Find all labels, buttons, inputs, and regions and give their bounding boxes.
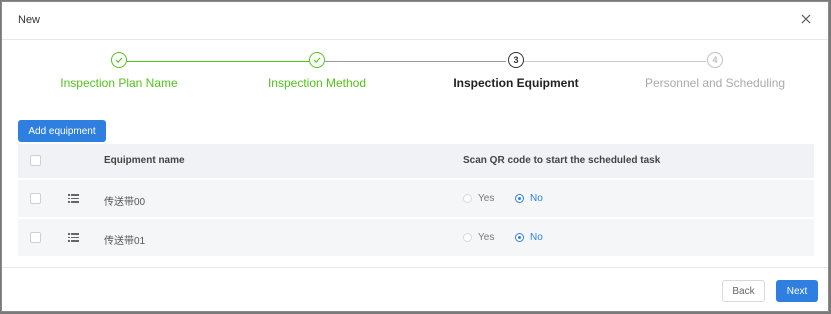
step-connector bbox=[523, 61, 706, 62]
select-all-checkbox[interactable] bbox=[30, 155, 41, 166]
check-icon bbox=[309, 52, 325, 68]
step-label: Personnel and Scheduling bbox=[644, 76, 786, 90]
add-equipment-button[interactable]: Add equipment bbox=[18, 120, 106, 142]
step-connector bbox=[325, 61, 506, 62]
close-icon[interactable] bbox=[798, 11, 814, 27]
radio-circle bbox=[463, 194, 472, 203]
radio-label: Yes bbox=[478, 193, 495, 204]
row-checkbox[interactable] bbox=[30, 193, 41, 204]
back-button[interactable]: Back bbox=[722, 280, 765, 302]
column-equipment-name: Equipment name bbox=[104, 155, 185, 166]
steps-bar: Inspection Plan Name Inspection Method 3… bbox=[2, 42, 828, 102]
step-label: Inspection Equipment bbox=[453, 76, 579, 90]
drag-handle-icon[interactable] bbox=[68, 193, 79, 203]
radio-label: No bbox=[530, 232, 543, 243]
row-checkbox[interactable] bbox=[30, 232, 41, 243]
table-header: Equipment name Scan QR code to start the… bbox=[18, 144, 814, 180]
drag-handle-icon[interactable] bbox=[68, 232, 79, 242]
equipment-name: 传送带01 bbox=[104, 236, 146, 247]
column-scan-qr: Scan QR code to start the scheduled task bbox=[463, 155, 661, 166]
step-number: 3 bbox=[508, 52, 524, 68]
radio-label: No bbox=[530, 193, 543, 204]
equipment-name: 传送带00 bbox=[104, 197, 146, 208]
check-icon bbox=[111, 52, 127, 68]
dialog-footer: Back Next bbox=[2, 267, 828, 313]
radio-label: Yes bbox=[478, 232, 495, 243]
dialog-header: New bbox=[2, 2, 828, 40]
new-dialog: New Inspection Plan Name Inspection Meth… bbox=[1, 1, 829, 312]
radio-yes[interactable]: Yes bbox=[463, 193, 494, 204]
equipment-table: Equipment name Scan QR code to start the… bbox=[18, 144, 814, 258]
radio-circle-checked bbox=[515, 233, 524, 242]
radio-circle-checked bbox=[515, 194, 524, 203]
radio-yes[interactable]: Yes bbox=[463, 232, 494, 243]
step-label: Inspection Method bbox=[267, 76, 367, 90]
dialog-title: New bbox=[18, 14, 41, 26]
table-row: 传送带00 Yes No bbox=[18, 180, 814, 219]
step-label: Inspection Plan Name bbox=[60, 76, 178, 90]
next-button[interactable]: Next bbox=[776, 280, 818, 302]
radio-circle bbox=[463, 233, 472, 242]
table-row: 传送带01 Yes No bbox=[18, 219, 814, 258]
step-number: 4 bbox=[707, 52, 723, 68]
step-connector bbox=[127, 61, 309, 62]
radio-no[interactable]: No bbox=[515, 232, 543, 243]
radio-no[interactable]: No bbox=[515, 193, 543, 204]
